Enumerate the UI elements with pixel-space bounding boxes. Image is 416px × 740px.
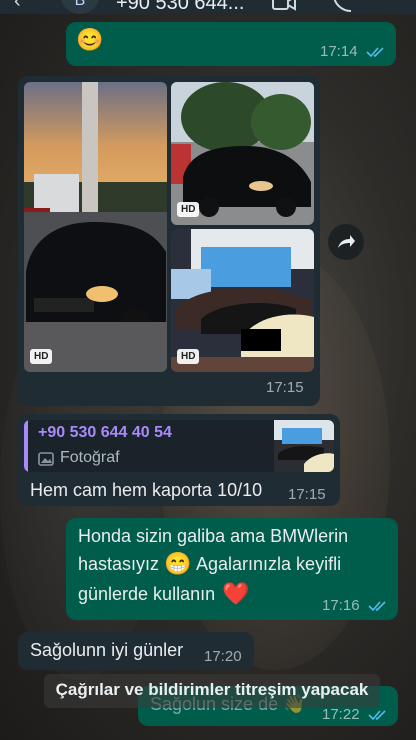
hd-badge: HD [30, 349, 53, 364]
message-time: 17:15 [288, 486, 326, 503]
forward-icon[interactable] [328, 224, 364, 260]
message-time: 17:15 [266, 379, 304, 396]
message-time: 17:22 [322, 706, 360, 723]
chat-header: ‹ B +90 530 644... [0, 0, 416, 14]
hd-badge: HD [177, 202, 200, 217]
message-emoji: 😊 [76, 27, 104, 52]
message-text: Hem cam hem kaporta 10/10 [30, 480, 263, 500]
video-call-icon[interactable] [272, 0, 296, 12]
photo-album-message[interactable]: HD HD HD 17:15 [18, 76, 320, 406]
avatar[interactable]: B [60, 0, 100, 14]
album-photo-1[interactable]: HD [24, 82, 167, 372]
back-arrow-icon[interactable]: ‹ [14, 0, 21, 13]
contact-name[interactable]: +90 530 644... [116, 0, 244, 15]
album-photo-2[interactable]: HD [171, 82, 314, 225]
toast-text: Çağrılar ve bildirimler titreşim yapacak [55, 680, 369, 699]
read-ticks-icon [366, 47, 384, 58]
message-line-2a: hastasıyız [78, 554, 160, 574]
message-time: 17:14 [320, 43, 358, 60]
message-text: Sağolunn iyi günler [30, 640, 184, 660]
avatar-letter: B [74, 0, 86, 9]
message-line-1: Honda sizin galiba ama BMWlerin [78, 526, 349, 546]
outgoing-message[interactable]: Honda sizin galiba ama BMWlerin hastasıy… [66, 518, 398, 620]
phone-icon[interactable] [330, 0, 354, 12]
read-ticks-icon [368, 601, 386, 612]
read-ticks-icon [368, 710, 386, 721]
more-icon[interactable] [382, 0, 392, 12]
incoming-message[interactable]: Sağolunn iyi günler 17:20 [18, 632, 254, 670]
photo-icon [38, 452, 54, 466]
message-line-2b: Agalarınızla keyifli [196, 554, 342, 574]
vibration-toast: Çağrılar ve bildirimler titreşim yapacak [44, 674, 380, 708]
message-time: 17:20 [204, 648, 242, 665]
quote-author: +90 530 644 40 54 [38, 424, 172, 441]
quote-thumbnail [274, 420, 334, 472]
hd-badge: HD [177, 349, 200, 364]
quote-type: Fotoğraf [60, 449, 120, 466]
reply-message[interactable]: +90 530 644 40 54 Fotoğraf Hem cam hem k… [18, 414, 340, 506]
heart-emoji: ❤️ [222, 581, 250, 606]
outgoing-message[interactable]: 😊 17:14 [66, 22, 396, 66]
quoted-message[interactable]: +90 530 644 40 54 Fotoğraf [24, 420, 334, 472]
quote-bar [24, 420, 28, 472]
message-time: 17:16 [322, 597, 360, 614]
grin-emoji: 😁 [164, 551, 192, 576]
message-line-3: günlerde kullanın [78, 584, 216, 604]
album-photo-3[interactable]: HD [171, 229, 314, 372]
